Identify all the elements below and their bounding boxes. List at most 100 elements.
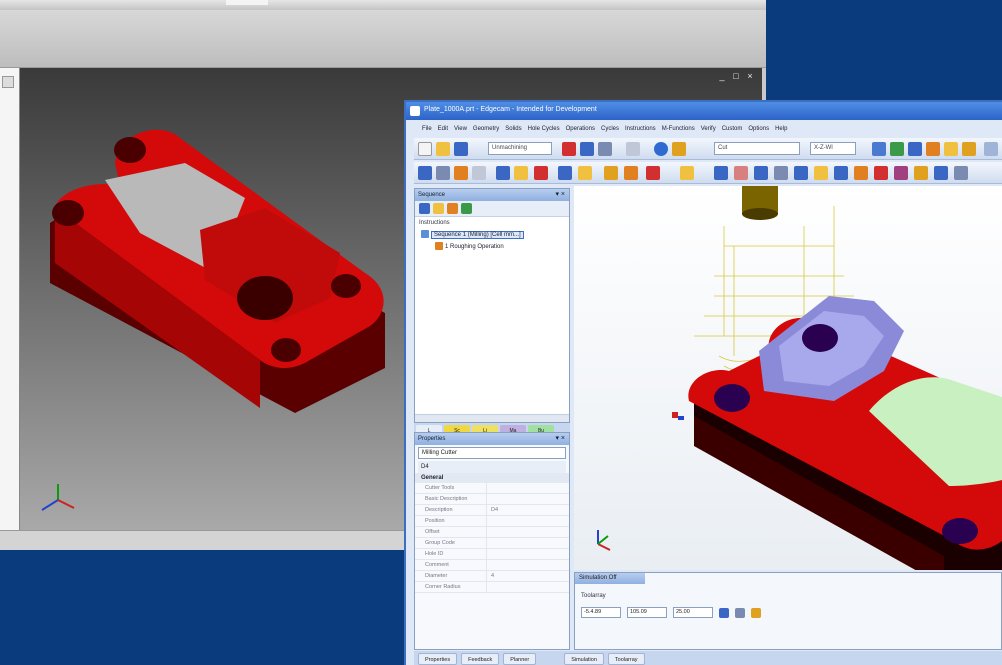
property-row[interactable]: Description D4 [415, 505, 569, 516]
minimize-icon[interactable]: _ [718, 72, 726, 81]
shaded-view-icon[interactable] [944, 142, 958, 156]
feature-icon[interactable] [514, 166, 528, 180]
help-icon[interactable] [672, 142, 686, 156]
highlight-icon[interactable] [578, 166, 592, 180]
property-row[interactable]: Group Code [415, 538, 569, 549]
menu-geometry[interactable]: Geometry [473, 126, 499, 132]
tab-properties[interactable]: Properties [418, 653, 458, 665]
drill-icon[interactable] [604, 166, 618, 180]
property-row[interactable]: Basic Description [415, 494, 569, 505]
object-type-select[interactable]: Milling Cutter [418, 447, 566, 459]
move-icon[interactable] [874, 166, 888, 180]
window-titlebar[interactable]: Plate_1000A.prt - Edgecam - Intended for… [406, 102, 1002, 120]
step-icon[interactable] [735, 607, 745, 618]
menu-m-functions[interactable]: M-Functions [662, 126, 695, 132]
trim-icon[interactable] [794, 166, 808, 180]
point-icon[interactable] [754, 166, 768, 180]
coord-y-field[interactable]: 105.09 [627, 607, 667, 618]
tree-item-operation[interactable]: 1 Roughing Operation [415, 241, 569, 253]
save-icon[interactable] [454, 142, 468, 156]
panel-pin-icon[interactable]: ▾ × [555, 189, 565, 201]
view-combo[interactable]: X-Z-Wl [810, 142, 856, 155]
property-row[interactable]: Position [415, 516, 569, 527]
menu-edit[interactable]: Edit [438, 126, 448, 132]
coord-z-field[interactable]: 25.00 [673, 607, 713, 618]
tab-feedback[interactable]: Feedback [461, 653, 500, 665]
menu-view[interactable]: View [454, 126, 467, 132]
property-group-general[interactable]: General [415, 473, 569, 483]
rotate-icon[interactable] [558, 166, 572, 180]
graphics-viewport[interactable] [574, 186, 1002, 570]
arc-icon[interactable] [734, 166, 748, 180]
verify-icon[interactable] [914, 166, 928, 180]
simulate-icon[interactable] [934, 166, 948, 180]
output-icon[interactable] [954, 166, 968, 180]
maximize-icon[interactable]: □ [732, 72, 740, 81]
folder-icon[interactable] [2, 76, 14, 88]
menu-solids[interactable]: Solids [505, 126, 521, 132]
property-row[interactable]: Comment [415, 560, 569, 571]
back-window-titlebar[interactable] [0, 0, 766, 10]
mirror-icon[interactable] [834, 166, 848, 180]
instruction-icon[interactable] [680, 166, 694, 180]
info-icon[interactable] [654, 142, 668, 156]
tab-toolarray[interactable]: Toolarray [607, 653, 645, 665]
strategy-combo[interactable]: Unmachining [488, 142, 552, 155]
offset-icon[interactable] [774, 166, 788, 180]
layers-icon[interactable] [890, 142, 904, 156]
sequence-tool-icon[interactable] [433, 203, 444, 214]
layer-combo[interactable]: Cut [714, 142, 800, 155]
toolpath-icon[interactable] [646, 166, 660, 180]
measure-icon[interactable] [894, 166, 908, 180]
tab-planner[interactable]: Planner [503, 653, 537, 665]
menu-instructions[interactable]: Instructions [625, 126, 656, 132]
menu-file[interactable]: File [422, 126, 432, 132]
coord-x-field[interactable]: -5.4.89 [581, 607, 621, 618]
array-icon[interactable] [854, 166, 868, 180]
property-row[interactable]: Offset [415, 527, 569, 538]
mill-icon[interactable] [624, 166, 638, 180]
menu-options[interactable]: Options [748, 126, 769, 132]
pan-icon[interactable] [908, 142, 922, 156]
sequence-tool-icon[interactable] [447, 203, 458, 214]
property-row[interactable]: Diameter 4 [415, 571, 569, 582]
property-row[interactable]: Hole ID [415, 549, 569, 560]
stock-icon[interactable] [534, 166, 548, 180]
menu-cycles[interactable]: Cycles [601, 126, 619, 132]
menu-verify[interactable]: Verify [701, 126, 716, 132]
menu-hole-cycles[interactable]: Hole Cycles [528, 126, 560, 132]
tree-item-sequence[interactable]: Sequence 1 (Milling) [Cell mm...] [415, 229, 569, 241]
wrench-icon[interactable] [472, 166, 486, 180]
sequence-tool-icon[interactable] [419, 203, 430, 214]
property-row[interactable]: Cutter Tools [415, 483, 569, 494]
group-icon[interactable] [872, 142, 886, 156]
delete-icon[interactable] [626, 142, 640, 156]
redo-icon[interactable] [598, 142, 612, 156]
open-folder-icon[interactable] [436, 142, 450, 156]
stop-icon[interactable] [751, 607, 761, 618]
menu-custom[interactable]: Custom [722, 126, 743, 132]
menu-help[interactable]: Help [775, 126, 787, 132]
menu-operations[interactable]: Operations [566, 126, 595, 132]
undo-icon[interactable] [580, 142, 594, 156]
property-row[interactable]: Corner Radius [415, 582, 569, 593]
sequence-tool-icon[interactable] [461, 203, 472, 214]
rocket-icon[interactable] [562, 142, 576, 156]
simulation-tab[interactable]: Simulation Off [575, 573, 645, 584]
back-window-tab[interactable] [226, 0, 268, 5]
panel-pin-icon[interactable]: ▾ × [555, 433, 565, 445]
solid-icon[interactable] [496, 166, 510, 180]
play-icon[interactable] [719, 607, 729, 618]
close-icon[interactable]: × [746, 72, 754, 81]
new-file-icon[interactable] [418, 142, 432, 156]
tab-simulation[interactable]: Simulation [564, 653, 604, 665]
axis-icon[interactable] [418, 166, 432, 180]
fit-view-icon[interactable] [984, 142, 998, 156]
extend-icon[interactable] [814, 166, 828, 180]
horizontal-scrollbar[interactable] [415, 414, 569, 422]
settings-icon[interactable] [926, 142, 940, 156]
tool-icon[interactable] [454, 166, 468, 180]
cursor-icon[interactable] [436, 166, 450, 180]
line-icon[interactable] [714, 166, 728, 180]
iso-view-icon[interactable] [962, 142, 976, 156]
